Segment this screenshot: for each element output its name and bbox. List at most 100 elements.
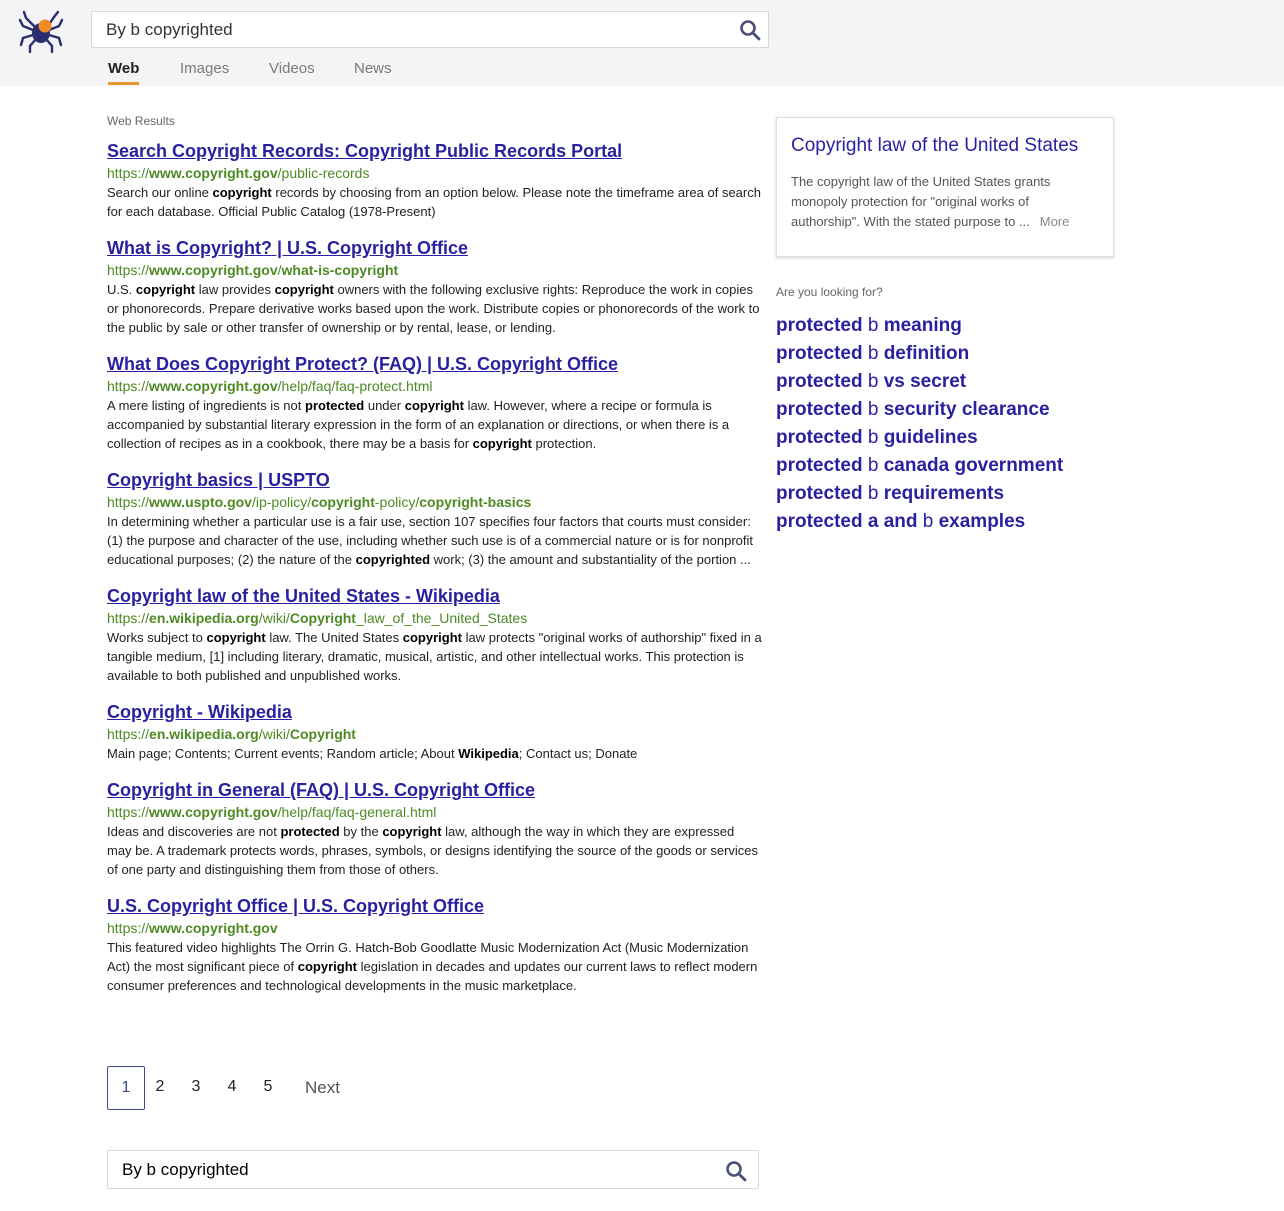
knowledge-panel: Copyright law of the United States The c… bbox=[776, 117, 1114, 257]
highlight-text: security clearance bbox=[883, 399, 1050, 420]
text-segment: b bbox=[862, 343, 884, 364]
text-segment: A mere listing of ingredients is not bbox=[107, 398, 305, 413]
highlight-text: guidelines bbox=[883, 427, 978, 448]
result-url[interactable]: https://www.uspto.gov/ip-policy/copyrigh… bbox=[107, 492, 762, 512]
highlight-text: copyright bbox=[402, 630, 462, 645]
highlight-text: protected bbox=[776, 371, 863, 392]
result-snippet: Search our online copyright records by c… bbox=[107, 183, 762, 221]
knowledge-panel-text: The copyright law of the United States g… bbox=[791, 174, 1070, 229]
text-segment: /help/faq/faq-general.html bbox=[277, 804, 437, 820]
related-search-link[interactable]: protected b definition bbox=[776, 340, 1063, 368]
search-result: Copyright - Wikipedia https://en.wikipedi… bbox=[107, 700, 762, 763]
tab-videos[interactable]: Videos bbox=[269, 60, 315, 77]
search-icon[interactable] bbox=[724, 1159, 748, 1183]
highlight-text: copyright bbox=[472, 436, 532, 451]
text-segment: b bbox=[862, 371, 884, 392]
page-4-link[interactable]: 4 bbox=[223, 1066, 241, 1108]
text-segment: b bbox=[862, 427, 884, 448]
tab-news[interactable]: News bbox=[354, 60, 392, 77]
result-snippet: A mere listing of ingredients is not pro… bbox=[107, 396, 762, 453]
text-segment: https:// bbox=[107, 610, 150, 626]
highlight-text: copyright bbox=[274, 282, 334, 297]
highlight-text: copyright bbox=[212, 185, 272, 200]
result-title-link[interactable]: Copyright basics | USPTO bbox=[107, 468, 762, 492]
page-5-link[interactable]: 5 bbox=[259, 1066, 277, 1108]
result-title-link[interactable]: Copyright in General (FAQ) | U.S. Copyri… bbox=[107, 778, 762, 802]
highlight-text: www.uspto.gov bbox=[149, 494, 252, 510]
highlight-text: protected bbox=[776, 343, 863, 364]
highlight-text: www.copyright.gov bbox=[149, 920, 278, 936]
result-url[interactable]: https://www.copyright.gov/what-is-copyri… bbox=[107, 260, 762, 280]
bottom-search-input[interactable] bbox=[122, 1151, 712, 1188]
more-link[interactable]: More bbox=[1040, 214, 1070, 229]
text-segment: /ip-policy/ bbox=[251, 494, 312, 510]
text-segment: https:// bbox=[107, 920, 150, 936]
highlight-text: en.wikipedia.org bbox=[149, 726, 259, 742]
result-title-link[interactable]: U.S. Copyright Office | U.S. Copyright O… bbox=[107, 894, 762, 918]
result-title-link[interactable]: Copyright law of the United States - Wik… bbox=[107, 584, 762, 608]
related-search-link[interactable]: protected b security clearance bbox=[776, 396, 1063, 424]
related-search-link[interactable]: protected b guidelines bbox=[776, 424, 1063, 452]
knowledge-panel-title[interactable]: Copyright law of the United States bbox=[791, 134, 1099, 158]
result-url[interactable]: https://www.copyright.gov/public-records bbox=[107, 163, 762, 183]
text-segment: https:// bbox=[107, 494, 150, 510]
text-segment: Ideas and discoveries are not bbox=[107, 824, 281, 839]
result-snippet: U.S. copyright law provides copyright ow… bbox=[107, 280, 762, 337]
tab-images[interactable]: Images bbox=[180, 60, 229, 77]
highlight-text: requirements bbox=[883, 483, 1005, 504]
result-snippet: In determining whether a particular use … bbox=[107, 512, 762, 569]
highlight-text: definition bbox=[883, 343, 970, 364]
related-search-link[interactable]: protected a and b examples bbox=[776, 508, 1063, 536]
result-url[interactable]: https://en.wikipedia.org/wiki/Copyright bbox=[107, 724, 762, 744]
search-icon[interactable] bbox=[738, 18, 762, 42]
page-1-link[interactable]: 1 bbox=[107, 1066, 145, 1110]
text-segment: b bbox=[917, 511, 939, 532]
text-segment: b bbox=[862, 483, 884, 504]
result-title-link[interactable]: What is Copyright? | U.S. Copyright Offi… bbox=[107, 236, 762, 260]
text-segment: protection. bbox=[531, 436, 597, 451]
search-result: Copyright basics | USPTO https://www.uspt… bbox=[107, 468, 762, 569]
result-url[interactable]: https://www.copyright.gov/help/faq/faq-g… bbox=[107, 802, 762, 822]
result-url[interactable]: https://www.copyright.gov bbox=[107, 918, 762, 938]
highlight-text: copyright-basics bbox=[419, 494, 532, 510]
result-title-link[interactable]: Copyright - Wikipedia bbox=[107, 700, 762, 724]
highlight-text: protected bbox=[776, 483, 863, 504]
related-search-link[interactable]: protected b requirements bbox=[776, 480, 1063, 508]
text-segment: /public-records bbox=[277, 165, 370, 181]
text-segment: b bbox=[862, 399, 884, 420]
text-segment: https:// bbox=[107, 804, 150, 820]
spider-logo-icon[interactable] bbox=[18, 8, 64, 54]
text-segment: -policy/ bbox=[374, 494, 420, 510]
next-page-link[interactable]: Next bbox=[305, 1066, 340, 1108]
bottom-search-bar bbox=[107, 1150, 759, 1189]
result-url[interactable]: https://en.wikipedia.org/wiki/Copyright_… bbox=[107, 608, 762, 628]
highlight-text: vs secret bbox=[883, 371, 967, 392]
related-search-link[interactable]: protected b meaning bbox=[776, 312, 1063, 340]
search-input[interactable] bbox=[106, 12, 716, 47]
highlight-text: www.copyright.gov bbox=[149, 165, 278, 181]
highlight-text: what-is-copyright bbox=[281, 262, 399, 278]
result-snippet: This featured video highlights The Orrin… bbox=[107, 938, 762, 995]
text-segment: https:// bbox=[107, 165, 150, 181]
text-segment: U.S. bbox=[107, 282, 136, 297]
search-result: What Does Copyright Protect? (FAQ) | U.S… bbox=[107, 352, 762, 453]
highlight-text: copyright bbox=[297, 959, 357, 974]
related-search-link[interactable]: protected b canada government bbox=[776, 452, 1063, 480]
search-result: What is Copyright? | U.S. Copyright Offi… bbox=[107, 236, 762, 337]
page-3-link[interactable]: 3 bbox=[187, 1066, 205, 1108]
highlight-text: protected a and bbox=[776, 511, 918, 532]
result-title-link[interactable]: What Does Copyright Protect? (FAQ) | U.S… bbox=[107, 352, 762, 376]
page-2-link[interactable]: 2 bbox=[151, 1066, 169, 1108]
highlight-text: copyright bbox=[206, 630, 266, 645]
text-segment: work; (3) the amount and substantiality … bbox=[430, 552, 751, 567]
related-search-link[interactable]: protected b vs secret bbox=[776, 368, 1063, 396]
text-segment: Search our online bbox=[107, 185, 213, 200]
highlight-text: canada government bbox=[883, 455, 1064, 476]
tab-web[interactable]: Web bbox=[108, 60, 140, 85]
result-title-link[interactable]: Search Copyright Records: Copyright Publ… bbox=[107, 139, 762, 163]
highlight-text: examples bbox=[938, 511, 1026, 532]
highlight-text: meaning bbox=[883, 315, 962, 336]
highlight-text: copyrighted bbox=[355, 552, 431, 567]
highlight-text: Wikipedia bbox=[458, 746, 519, 761]
result-url[interactable]: https://www.copyright.gov/help/faq/faq-p… bbox=[107, 376, 762, 396]
